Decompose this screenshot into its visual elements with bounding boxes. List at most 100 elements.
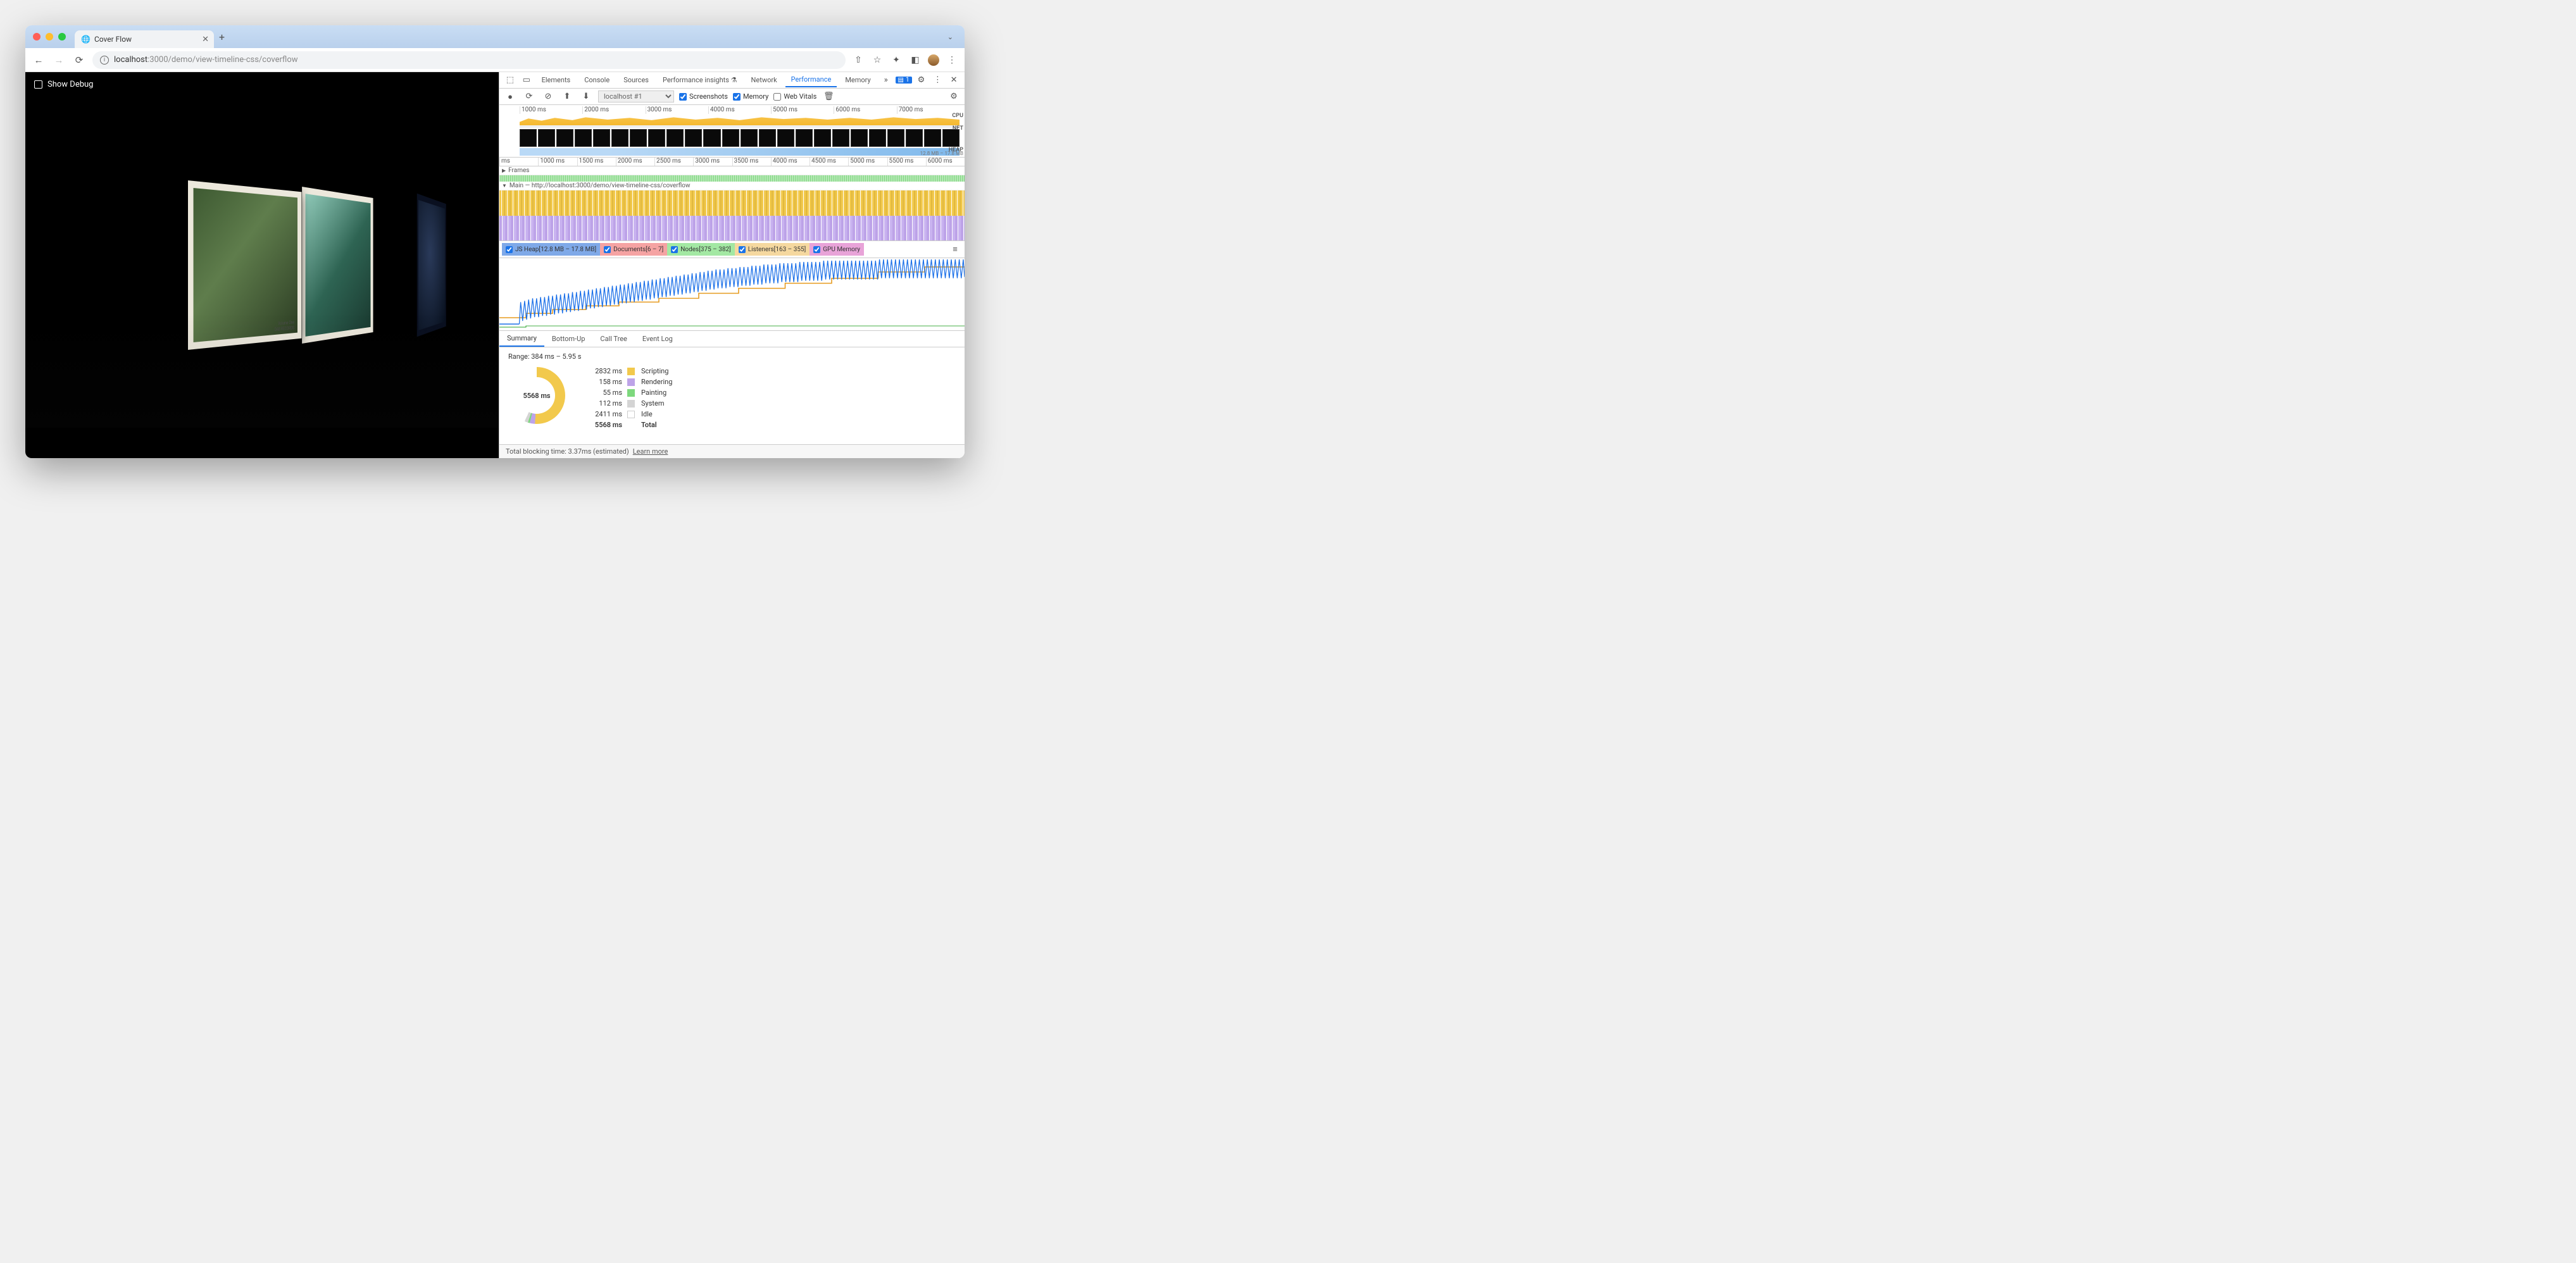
filmstrip-frame[interactable]: [814, 129, 831, 147]
tab-summary[interactable]: Summary: [499, 331, 544, 347]
counter-documents[interactable]: Documents[6 – 7]: [600, 243, 667, 256]
frames-track[interactable]: ▶Frames: [499, 166, 965, 175]
tab-performance[interactable]: Performance: [785, 73, 837, 87]
browser-window: 🌐 Cover Flow ✕ + ⌄ ← → ⟳ i localhost:300…: [25, 25, 965, 458]
share-icon[interactable]: ⇧: [852, 54, 865, 66]
tab-eventlog[interactable]: Event Log: [635, 332, 680, 346]
back-button[interactable]: ←: [32, 53, 46, 67]
close-devtools-icon[interactable]: ✕: [947, 74, 961, 87]
filmstrip-frame[interactable]: [777, 129, 794, 147]
clear-button[interactable]: ⊘: [541, 90, 555, 103]
profile-avatar[interactable]: [928, 54, 939, 66]
forward-button[interactable]: →: [52, 53, 66, 67]
webvitals-checkbox[interactable]: Web Vitals: [773, 92, 816, 101]
memory-checkbox[interactable]: Memory: [733, 92, 768, 101]
devtools-menu-icon[interactable]: ⋮: [930, 74, 944, 87]
extensions-icon[interactable]: ✦: [890, 54, 903, 66]
maximize-window-button[interactable]: [58, 33, 66, 40]
filmstrip-frame[interactable]: [851, 129, 868, 147]
window-controls: [33, 33, 66, 40]
flame-chart[interactable]: [499, 190, 965, 241]
screenshots-checkbox[interactable]: Screenshots: [679, 92, 728, 101]
filmstrip-frame[interactable]: [832, 129, 849, 147]
tab-calltree[interactable]: Call Tree: [592, 332, 634, 346]
reload-button[interactable]: ⟳: [72, 53, 86, 67]
filmstrip-frame[interactable]: [722, 129, 739, 147]
screenshot-filmstrip[interactable]: [520, 129, 960, 147]
filmstrip-frame[interactable]: [611, 129, 628, 147]
filmstrip-frame[interactable]: [575, 129, 592, 147]
more-tabs-icon[interactable]: »: [879, 74, 893, 87]
filmstrip-frame[interactable]: [685, 129, 702, 147]
browser-tab[interactable]: 🌐 Cover Flow ✕: [75, 30, 214, 48]
filmstrip-frame[interactable]: [924, 129, 941, 147]
reload-record-button[interactable]: ⟳: [522, 90, 536, 103]
filmstrip-frame[interactable]: [556, 129, 573, 147]
filmstrip-frame[interactable]: [906, 129, 923, 147]
filmstrip-frame[interactable]: [869, 129, 886, 147]
tab-console[interactable]: Console: [578, 73, 615, 87]
frames-strip[interactable]: [499, 175, 965, 182]
minimize-window-button[interactable]: [46, 33, 53, 40]
settings-icon[interactable]: ⚙: [915, 74, 928, 87]
swatch-idle: [627, 411, 635, 418]
save-profile-icon[interactable]: ⬇: [579, 90, 593, 103]
filmstrip-frame[interactable]: [648, 129, 665, 147]
capture-settings-icon[interactable]: ⚙: [947, 90, 961, 103]
coverflow-stage[interactable]: Volume One DAB RECORDS: [25, 72, 499, 458]
donut-center: 5568 ms: [508, 367, 565, 424]
context-select[interactable]: localhost #1: [598, 90, 674, 103]
cover-2[interactable]: [302, 187, 373, 344]
filmstrip-frame[interactable]: [741, 129, 758, 147]
filmstrip-frame[interactable]: [630, 129, 647, 147]
timeline-ruler[interactable]: ms 1000 ms 1500 ms 2000 ms 2500 ms 3000 …: [499, 158, 965, 166]
counter-menu-icon[interactable]: ≡: [948, 243, 962, 256]
tab-perf-insights[interactable]: Performance insights ⚗: [657, 73, 743, 87]
filmstrip-frame[interactable]: [520, 129, 537, 147]
performance-toolbar: ● ⟳ ⊘ ⬆ ⬇ localhost #1 Screenshots Memor…: [499, 89, 965, 105]
tab-bottomup[interactable]: Bottom-Up: [544, 332, 593, 346]
tabs-overflow-icon[interactable]: ⌄: [947, 33, 953, 41]
close-tab-button[interactable]: ✕: [202, 35, 209, 44]
address-bar[interactable]: i localhost:3000/demo/view-timeline-css/…: [92, 51, 846, 69]
timeline-overview[interactable]: 1000 ms 2000 ms 3000 ms 4000 ms 5000 ms …: [499, 105, 965, 158]
counter-gpu[interactable]: GPU Memory: [810, 243, 864, 256]
filmstrip-frame[interactable]: [887, 129, 904, 147]
page-viewport[interactable]: Show Debug Volume One DAB RECORDS: [25, 72, 499, 458]
device-toolbar-icon[interactable]: ▭: [520, 74, 534, 87]
cover-3[interactable]: [417, 194, 446, 337]
counter-listeners[interactable]: Listeners[163 – 355]: [735, 243, 810, 256]
record-button[interactable]: ●: [503, 90, 517, 103]
new-tab-button[interactable]: +: [219, 31, 225, 43]
collapse-icon[interactable]: ▼: [502, 183, 507, 189]
inspect-element-icon[interactable]: ⬚: [503, 74, 517, 87]
expand-icon[interactable]: ▶: [502, 168, 506, 173]
counter-heap[interactable]: JS Heap[12.8 MB – 17.8 MB]: [502, 243, 600, 256]
close-window-button[interactable]: [33, 33, 41, 40]
main-track[interactable]: ▼Main — http://localhost:3000/demo/view-…: [499, 182, 965, 190]
load-profile-icon[interactable]: ⬆: [560, 90, 574, 103]
tab-memory[interactable]: Memory: [839, 73, 876, 87]
net-label: NET: [953, 125, 963, 132]
counter-nodes[interactable]: Nodes[375 – 382]: [667, 243, 735, 256]
delete-icon[interactable]: 🗑: [822, 90, 835, 103]
filmstrip-frame[interactable]: [942, 129, 960, 147]
sidepanel-icon[interactable]: ◧: [909, 54, 922, 66]
menu-icon[interactable]: ⋮: [946, 54, 958, 66]
filmstrip-frame[interactable]: [666, 129, 684, 147]
tab-network[interactable]: Network: [746, 73, 783, 87]
filmstrip-frame[interactable]: [703, 129, 720, 147]
cover-1[interactable]: Volume One DAB RECORDS: [188, 180, 302, 350]
tab-sources[interactable]: Sources: [618, 73, 654, 87]
learn-more-link[interactable]: Learn more: [633, 447, 668, 456]
filmstrip-frame[interactable]: [593, 129, 610, 147]
filmstrip-frame[interactable]: [538, 129, 555, 147]
memory-graph[interactable]: [499, 258, 965, 331]
bookmark-icon[interactable]: ☆: [871, 54, 884, 66]
filmstrip-frame[interactable]: [796, 129, 813, 147]
site-info-icon[interactable]: i: [100, 56, 109, 65]
titlebar: 🌐 Cover Flow ✕ + ⌄: [25, 25, 965, 48]
tab-elements[interactable]: Elements: [536, 73, 577, 87]
issues-badge[interactable]: ▤1: [896, 77, 912, 84]
filmstrip-frame[interactable]: [759, 129, 776, 147]
